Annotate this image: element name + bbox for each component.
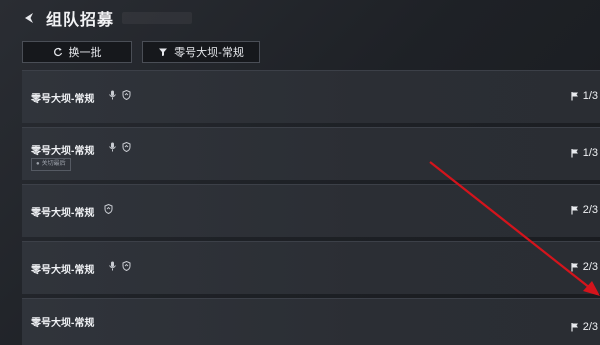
flag-icon (571, 149, 578, 158)
member-count: 2/3 (570, 261, 598, 273)
team-tag-text: 关切最后 (41, 161, 66, 167)
filter-icon (159, 48, 168, 56)
title-decoration (122, 12, 193, 24)
filter-button[interactable]: 零号大坝-常规 (142, 41, 260, 63)
list-item[interactable]: 零号大坝-常规 1/3 (22, 70, 600, 123)
flag-icon (571, 206, 578, 215)
member-count-text: 1/3 (582, 147, 598, 159)
member-count: 2/3 (570, 204, 598, 216)
team-mode-label: 零号大坝-常规 (31, 208, 95, 219)
tag-dot-icon: ● (36, 161, 40, 167)
member-count-text: 1/3 (582, 90, 598, 102)
mic-icon (109, 142, 116, 152)
member-count: 1/3 (570, 147, 598, 159)
flag-icon (571, 263, 578, 272)
team-recruit-screen: 组队招募 换一批 零号大坝-常规 零号大坝-常规 1/3 零号大坝-常规 ● 关… (0, 0, 600, 345)
team-icons (108, 261, 131, 271)
team-icons (108, 90, 131, 100)
shield-icon (122, 142, 131, 152)
list-item[interactable]: 零号大坝-常规 2/3 (22, 241, 600, 294)
shield-icon (104, 204, 113, 214)
list-item[interactable]: 零号大坝-常规 ● 关切最后 1/3 (22, 127, 600, 180)
refresh-button[interactable]: 换一批 (22, 41, 132, 63)
member-count: 1/3 (570, 90, 598, 102)
team-mode-label: 零号大坝-常规 (31, 318, 95, 329)
team-mode-label: 零号大坝-常规 (31, 265, 95, 276)
flag-icon (571, 92, 578, 101)
page-title: 组队招募 (46, 12, 115, 29)
filter-button-label: 零号大坝-常规 (174, 47, 244, 59)
team-icons (108, 142, 131, 152)
shield-icon (122, 90, 131, 100)
shield-icon (122, 261, 131, 271)
mic-icon (109, 261, 116, 271)
refresh-button-label: 换一批 (68, 47, 102, 59)
recruit-list: 零号大坝-常规 1/3 零号大坝-常规 ● 关切最后 1/3 零号大坝-常规 2… (22, 70, 600, 345)
team-tag: ● 关切最后 (31, 158, 71, 171)
refresh-icon (53, 47, 62, 57)
header-bar: 组队招募 (0, 0, 600, 36)
member-count-text: 2/3 (582, 261, 598, 273)
team-mode-label: 零号大坝-常规 (31, 146, 95, 157)
member-count-text: 2/3 (582, 321, 598, 333)
team-mode-label: 零号大坝-常规 (31, 94, 95, 105)
member-count-text: 2/3 (582, 204, 598, 216)
mic-icon (109, 90, 116, 100)
team-icons (104, 204, 113, 214)
member-count: 2/3 (570, 321, 598, 333)
list-item[interactable]: 零号大坝-常规 2/3 (22, 298, 600, 345)
list-item[interactable]: 零号大坝-常规 2/3 (22, 184, 600, 237)
back-arrow-icon[interactable] (18, 7, 40, 29)
flag-icon (571, 323, 578, 332)
toolbar: 换一批 零号大坝-常规 (22, 41, 260, 63)
